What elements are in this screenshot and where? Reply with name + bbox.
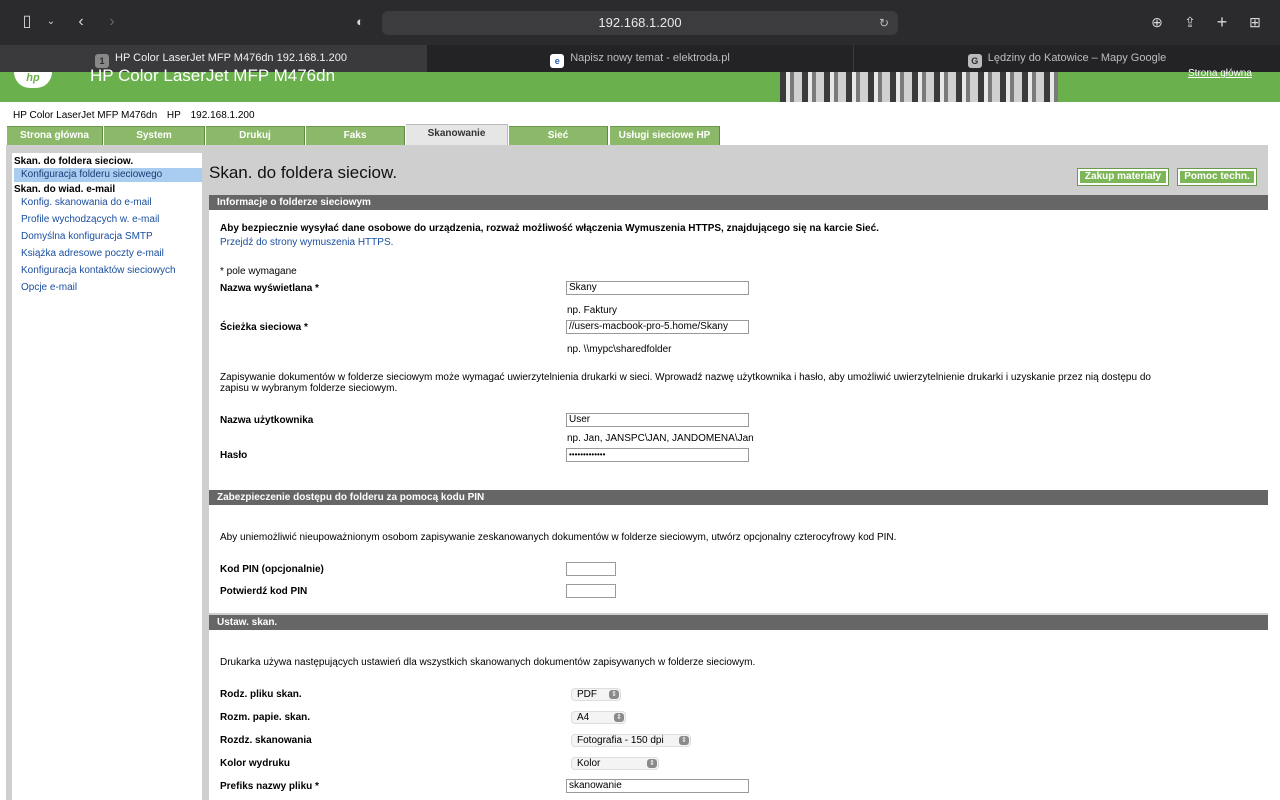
section-header-scan-settings: Ustaw. skan. [209,615,1268,630]
display-name-hint: np. Faktury [567,305,618,316]
password-label: Hasło [220,450,248,461]
breadcrumb-model: HP Color LaserJet MFP M476dn [13,110,158,121]
sidebar-item-network-folder-config[interactable]: Konfiguracja folderu sieciowego [14,168,202,182]
breadcrumb-vendor: HP [166,110,181,121]
color-select[interactable]: Kolor ⇕ [571,757,659,770]
tab-scan[interactable]: Skanowanie [406,124,508,145]
panel-scan-settings: Drukarka używa następujących ustawień dl… [209,630,1268,800]
browser-tab-label: Napisz nowy temat - elektroda.pl [570,52,730,64]
panel-folder-info: Aby bezpiecznie wysyłać dane osobowe do … [209,210,1268,491]
file-type-value: PDF [577,689,597,700]
pin-confirm-input[interactable] [566,584,616,598]
tab-hp-web-services[interactable]: Usługi sieciowe HP [610,126,720,145]
tab-system[interactable]: System [104,126,205,145]
username-hint: np. Jan, JANSPC\JAN, JANDOMENA\Jan [567,433,754,444]
browser-tab-label: HP Color LaserJet MFP M476dn 192.168.1.2… [115,52,347,64]
sidebar-group-network-folder[interactable]: Skan. do foldera sieciow. [14,156,133,167]
paper-size-select[interactable]: A4 ⇕ [571,711,626,724]
forward-icon[interactable]: › [101,12,123,32]
network-path-input[interactable]: //users-macbook-pro-5.home/Skany [566,320,749,334]
browser-tab-elektroda[interactable]: e Napisz nowy temat - elektroda.pl [426,45,853,72]
sidebar-toggle-icon[interactable]: ▯ [16,12,38,32]
sidebar-item-outgoing-email-profiles[interactable]: Profile wychodzących w. e-mail [21,214,159,225]
buy-supplies-button[interactable]: Zakup materiały [1077,168,1169,186]
header-banner-image [780,72,1058,102]
chevron-down-icon[interactable]: ⌄ [40,12,62,32]
hp-logo: hp [14,72,52,88]
username-label: Nazwa użytkownika [220,415,314,426]
back-icon[interactable]: ‹ [70,12,92,32]
sidebar-item-network-contacts[interactable]: Konfiguracja kontaktów sieciowych [21,265,176,276]
resolution-label: Rozdz. skanowania [220,735,312,746]
network-path-label: Ścieżka sieciowa * [220,322,308,333]
sidebar-group-email[interactable]: Skan. do wiad. e-mail [14,184,115,195]
tab-print[interactable]: Drukuj [206,126,305,145]
tab-fax[interactable]: Faks [306,126,405,145]
file-type-select[interactable]: PDF ⇕ [571,688,621,701]
browser-tab-label: Lędziny do Katowice – Mapy Google [987,52,1167,64]
https-link[interactable]: Przejdź do strony wymuszenia HTTPS. [220,237,393,248]
paper-size-label: Rozm. papie. skan. [220,712,311,723]
https-warning: Aby bezpiecznie wysyłać dane osobowe do … [220,223,879,234]
select-arrows-icon: ⇕ [614,713,624,722]
breadcrumb: HP Color LaserJet MFP M476dn HP 192.168.… [13,110,262,121]
section-header-pin: Zabezpieczenie dostępu do folderu za pom… [209,490,1268,505]
reload-icon[interactable]: ↻ [876,11,892,35]
printer-title: HP Color LaserJet MFP M476dn [90,66,336,85]
auth-note: Zapisywanie dokumentów w folderze siecio… [220,372,1151,394]
sidebar-item-email-options[interactable]: Opcje e-mail [21,282,77,293]
select-arrows-icon: ⇕ [679,736,689,745]
share-icon[interactable]: ⇪ [1179,12,1201,32]
select-arrows-icon: ⇕ [609,690,619,699]
file-type-label: Rodz. pliku skan. [220,689,302,700]
required-note: * pole wymagane [220,266,297,277]
display-name-label: Nazwa wyświetlana * [220,283,319,294]
network-path-hint: np. \\mypc\sharedfolder [567,344,672,355]
tab-network[interactable]: Sieć [509,126,608,145]
page-title: Skan. do foldera sieciow. [209,163,398,182]
filename-prefix-label: Prefiks nazwy pliku * [220,781,319,792]
url-text: 192.168.1.200 [598,15,682,30]
pin-label: Kod PIN (opcjonalnie) [220,564,324,575]
google-favicon-icon: G [967,54,982,68]
password-input[interactable]: ••••••••••••• [566,448,749,462]
filename-prefix-input[interactable]: skanowanie [566,779,749,793]
address-bar[interactable]: 192.168.1.200 ↻ [382,11,898,35]
pin-input[interactable] [566,562,616,576]
support-button[interactable]: Pomoc techn. [1177,168,1257,186]
select-arrows-icon: ⇕ [647,759,657,768]
pin-confirm-label: Potwierdź kod PIN [220,586,308,597]
section-header-folder-info: Informacje o folderze sieciowym [209,195,1268,210]
browser-chrome: ▯ ⌄ ‹ › ◐ 192.168.1.200 ↻ ⊕ ⇪ + ⊞ 1 HP Co… [0,0,1280,72]
resolution-select[interactable]: Fotografia - 150 dpi ⇕ [571,734,691,747]
color-value: Kolor [577,758,601,769]
resolution-value: Fotografia - 150 dpi [577,735,664,746]
panel-pin: Aby uniemożliwić nieupoważnionym osobom … [209,505,1268,613]
username-input[interactable]: User [566,413,749,427]
download-icon[interactable]: ⊕ [1146,12,1168,32]
new-tab-icon[interactable]: + [1211,12,1233,32]
elektroda-favicon-icon: e [550,54,565,68]
display-name-input[interactable]: Skany [566,281,749,295]
tab-overview-icon[interactable]: ⊞ [1244,12,1266,32]
sidebar-item-smtp-config[interactable]: Domyślna konfiguracja SMTP [21,231,153,242]
sidebar-item-email-scan-config[interactable]: Konfig. skanowania do e-mail [21,197,152,208]
pin-note: Aby uniemożliwić nieupoważnionym osobom … [220,532,897,543]
main-content: Skan. do foldera sieciow. Zakup materiał… [204,153,1268,800]
tab-home[interactable]: Strona główna [7,126,103,145]
hp-header: hp HP Color LaserJet MFP M476dn Strona g… [0,66,1280,102]
browser-toolbar: ▯ ⌄ ‹ › ◐ 192.168.1.200 ↻ ⊕ ⇪ + ⊞ [0,0,1280,45]
shield-icon[interactable]: ◐ [349,12,371,32]
breadcrumb-ip: 192.168.1.200 [190,110,255,121]
sidebar-item-email-address-book[interactable]: Książka adresowe poczty e-mail [21,248,164,259]
sidebar: Skan. do foldera sieciow. Konfiguracja f… [12,153,202,800]
color-label: Kolor wydruku [220,758,291,769]
paper-size-value: A4 [577,712,590,723]
scan-settings-note: Drukarka używa następujących ustawień dl… [220,657,756,668]
home-link[interactable]: Strona główna [1188,68,1252,79]
